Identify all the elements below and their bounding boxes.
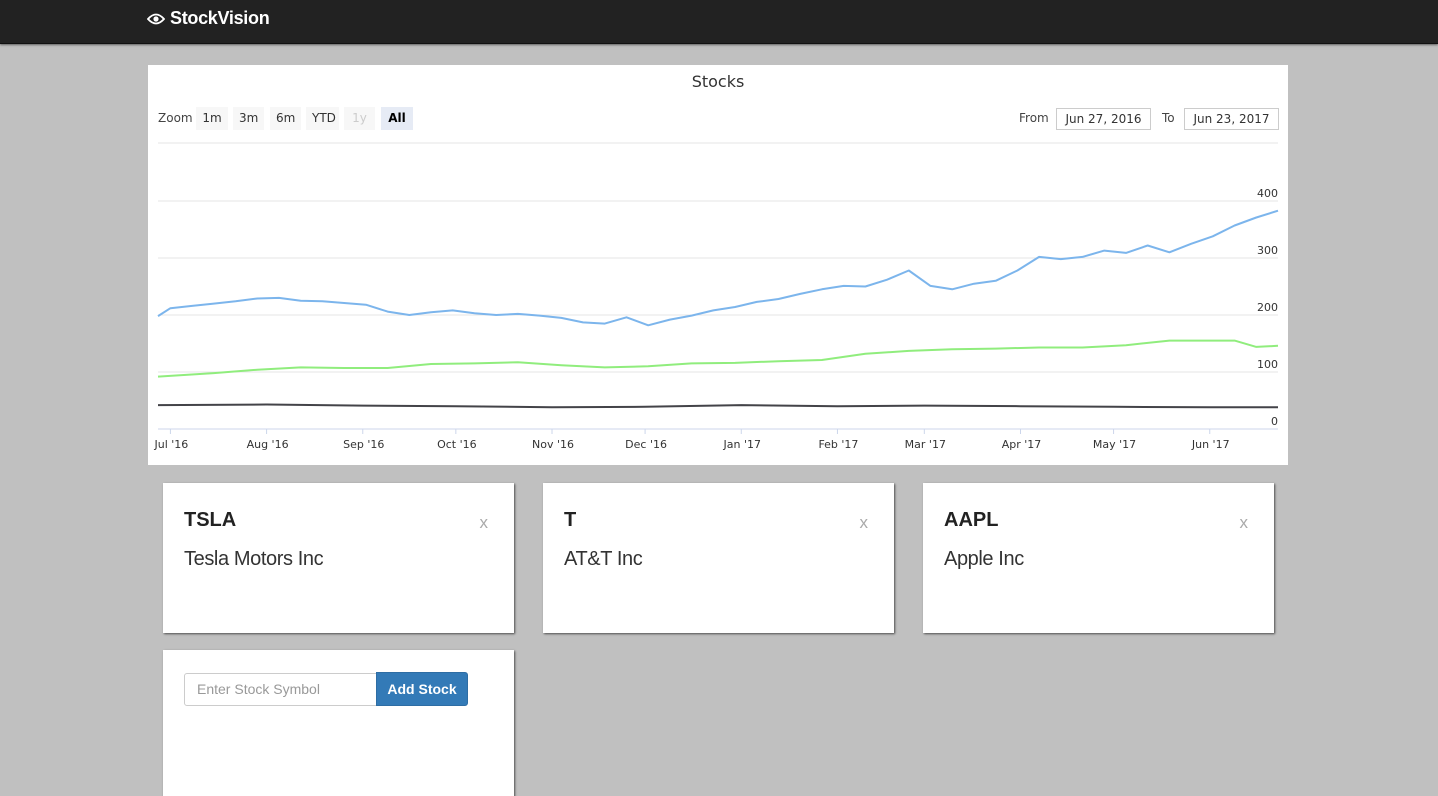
remove-stock-button[interactable]: x — [860, 513, 869, 533]
x-tick-label: Jul '16 — [154, 438, 189, 451]
stock-name: Tesla Motors Inc — [184, 548, 324, 570]
series-line-2 — [157, 403, 1278, 409]
remove-stock-button[interactable]: x — [1240, 513, 1249, 533]
eye-icon — [147, 13, 165, 24]
to-label: To — [1162, 111, 1175, 125]
chart-title: Stocks — [691, 72, 745, 91]
zoom-1m-button[interactable]: 1m — [196, 107, 228, 130]
remove-stock-button[interactable]: x — [480, 513, 489, 533]
brand-link[interactable]: StockVision — [147, 8, 270, 29]
x-tick-label: Aug '16 — [247, 438, 289, 451]
zoom-label: Zoom — [158, 111, 193, 125]
add-stock-card: Enter Stock Symbol Add Stock — [163, 650, 514, 796]
from-label: From — [1019, 111, 1049, 125]
x-tick-label: Apr '17 — [1002, 438, 1042, 451]
stock-chart-panel: Stocks Zoom 1m 3m 6m YTD 1y All From Jun… — [148, 65, 1288, 465]
stock-name: Apple Inc — [944, 548, 1024, 570]
to-date-input[interactable]: Jun 23, 2017 — [1184, 108, 1279, 130]
zoom-3m-button[interactable]: 3m — [233, 107, 264, 130]
series-line-1 — [157, 339, 1279, 378]
stock-symbol: AAPL — [944, 509, 999, 531]
stock-line-chart[interactable]: 0 100 200 300 400 Jul '16 Aug '16 Sep '16 Oct '1… — [148, 135, 1288, 465]
y-tick-label: 200 — [1257, 301, 1278, 314]
x-tick-label: Jun '17 — [1191, 438, 1230, 451]
stock-card-aapl: AAPL Apple Inc x — [923, 483, 1274, 633]
add-stock-button[interactable]: Add Stock — [376, 672, 468, 706]
x-tick-label: Oct '16 — [437, 438, 477, 451]
stock-card-t: T AT&T Inc x — [543, 483, 894, 633]
brand-name: StockVision — [170, 8, 270, 28]
from-date-input[interactable]: Jun 27, 2016 — [1056, 108, 1151, 130]
y-tick-label: 300 — [1257, 244, 1278, 257]
zoom-ytd-button[interactable]: YTD — [306, 107, 339, 130]
zoom-all-button[interactable]: All — [381, 107, 413, 130]
stock-symbol-input[interactable]: Enter Stock Symbol — [184, 673, 377, 706]
stock-symbol: T — [564, 509, 577, 531]
series-line-0 — [157, 209, 1279, 327]
zoom-1y-button[interactable]: 1y — [344, 107, 375, 130]
x-tick-label: Feb '17 — [818, 438, 858, 451]
x-tick-label: Mar '17 — [905, 438, 946, 451]
x-tick-label: Jan '17 — [723, 438, 761, 451]
x-tick-label: Dec '16 — [625, 438, 667, 451]
stock-card-tsla: TSLA Tesla Motors Inc x — [163, 483, 514, 633]
x-tick-label: May '17 — [1093, 438, 1136, 451]
zoom-6m-button[interactable]: 6m — [270, 107, 301, 130]
stock-symbol: TSLA — [184, 509, 237, 531]
navbar: StockVision — [0, 0, 1438, 44]
x-tick-label: Sep '16 — [343, 438, 384, 451]
stock-name: AT&T Inc — [564, 548, 643, 570]
y-tick-label: 0 — [1271, 415, 1278, 428]
y-tick-label: 100 — [1257, 358, 1278, 371]
x-tick-label: Nov '16 — [532, 438, 574, 451]
y-tick-label: 400 — [1257, 187, 1278, 200]
